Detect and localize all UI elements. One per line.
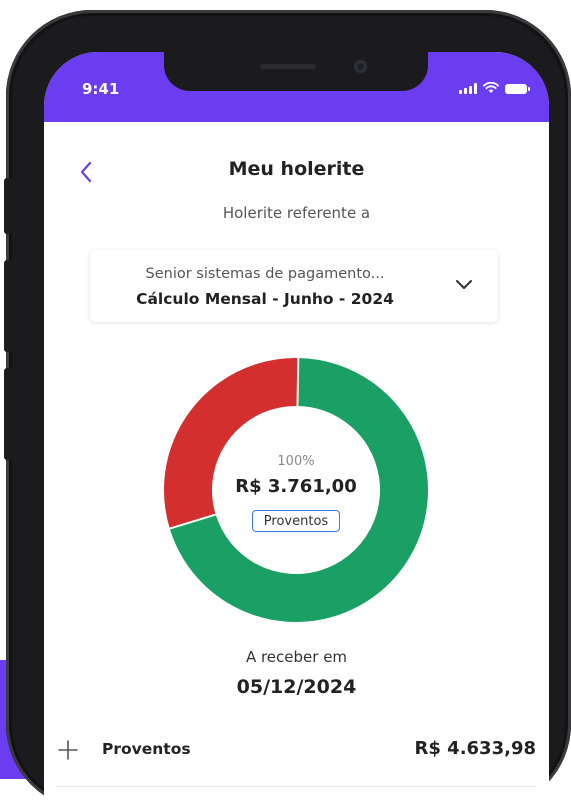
chevron-down-icon[interactable] [452,272,476,296]
row-divider [56,786,536,787]
front-camera [354,60,367,73]
receive-label: A receber em [245,648,348,666]
app-screen: 9:41 Meu holerite Holerite referente a S… [44,52,549,812]
donut-percent: 100% [277,454,315,469]
signal-icon [459,83,477,94]
status-time: 9:41 [82,80,120,98]
phone-notch [164,52,428,91]
payslip-selector[interactable]: Senior sistemas de pagamento... Cálculo … [90,250,498,322]
status-icons [459,82,530,94]
speaker-grille [260,64,316,69]
phone-frame: 9:41 Meu holerite Holerite referente a S… [4,10,571,812]
page-subtitle: Holerite referente a [222,204,371,222]
selector-company: Senior sistemas de pagamento... [145,266,385,282]
wifi-icon [483,82,499,93]
plus-icon[interactable] [56,738,80,762]
receive-date: 05/12/2024 [236,676,357,698]
page-title: Meu holerite [228,158,365,180]
donut-amount: R$ 3.761,00 [235,476,357,497]
summary-row-value: R$ 4.633,98 [414,738,536,759]
volume-up-button [4,260,12,352]
donut-center: 100% R$ 3.761,00 Proventos [164,358,428,622]
summary-row-proventos[interactable]: Proventos R$ 4.633,98 [56,732,536,768]
battery-icon [505,84,530,94]
donut-tag[interactable]: Proventos [252,510,340,532]
volume-down-button [4,368,12,460]
silent-switch [4,178,12,234]
selector-period: Cálculo Mensal - Junho - 2024 [136,290,394,308]
summary-row-label: Proventos [102,740,191,758]
